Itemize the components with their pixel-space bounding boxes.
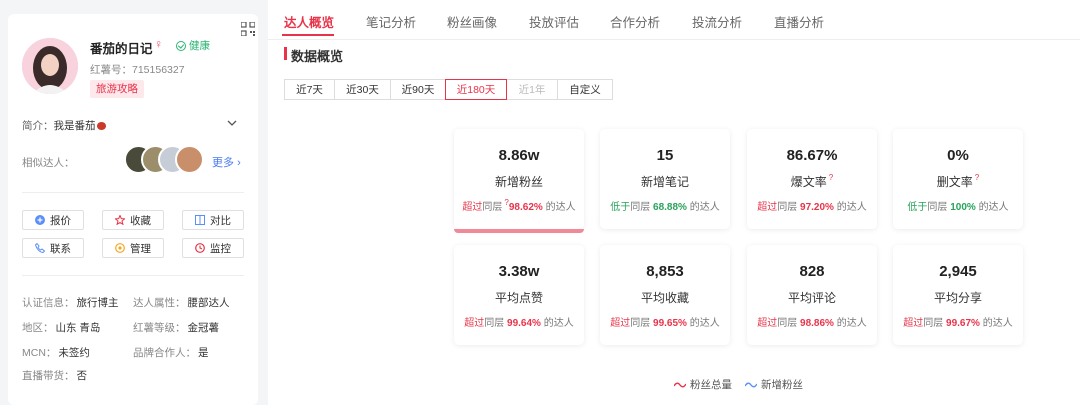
region: 地区： 山东 青岛	[22, 322, 101, 334]
metric-value: 3.38w	[498, 263, 540, 280]
metric-compare: 低于同层 100% 的达人	[907, 202, 1009, 213]
category-tag: 旅游攻略	[90, 80, 144, 98]
red-level: 红薯等级： 金冠薯	[133, 322, 219, 334]
range-180d[interactable]: 近180天	[445, 79, 507, 100]
manage-icon	[115, 243, 125, 253]
legend-total-fans[interactable]: 粉丝总量	[674, 377, 732, 392]
divider	[22, 192, 244, 193]
manage-button[interactable]: 管理	[102, 238, 164, 258]
section-marker	[284, 47, 287, 60]
legend-line-icon	[674, 382, 686, 387]
metric-card-avg-comments[interactable]: 828 平均评论 超过同层 98.86% 的达人	[747, 245, 877, 345]
tab-evaluation[interactable]: 投放评估	[529, 12, 579, 31]
range-1y[interactable]: 近1年	[506, 79, 558, 100]
metric-card-new-fans[interactable]: 8.86w 新增粉丝 超过同层 ?98.62% 的达人	[454, 129, 584, 233]
star-icon	[115, 215, 125, 225]
metric-card-avg-collects[interactable]: 8,853 平均收藏 超过同层 99.65% 的达人	[600, 245, 730, 345]
intro: 简介：我是番茄	[22, 118, 106, 133]
contact-button[interactable]: 联系	[22, 238, 84, 258]
tab-notes[interactable]: 笔记分析	[366, 12, 416, 31]
monitor-button[interactable]: 监控	[182, 238, 244, 258]
tab-cooperation[interactable]: 合作分析	[610, 12, 660, 31]
metric-label: 平均收藏	[640, 291, 689, 305]
health-status: 健康	[176, 38, 210, 53]
metric-value: 86.67%	[786, 147, 838, 164]
metric-card-new-notes[interactable]: 15 新增笔记 低于同层 68.88% 的达人	[600, 129, 730, 229]
red-id: 红薯号：715156327	[90, 64, 185, 76]
metric-value: 828	[799, 263, 825, 280]
price-icon	[35, 215, 45, 225]
monitor-icon	[195, 243, 205, 253]
chevron-down-icon[interactable]	[227, 118, 237, 128]
check-circle-icon	[176, 40, 186, 51]
section-title: 数据概览	[291, 49, 344, 64]
range-90d[interactable]: 近90天	[390, 79, 446, 100]
metric-compare: 超过同层 97.20% 的达人	[757, 202, 867, 213]
help-icon: ?	[974, 173, 980, 182]
profile-panel: 番茄的日记 ♀ 健康 红薯号：715156327 旅游攻略 简介：我是番茄 相似…	[8, 14, 258, 405]
mcn: MCN： 未签约	[22, 347, 90, 359]
chevron-right-icon: ›	[237, 157, 241, 169]
metric-card-hit-rate[interactable]: 86.67% 爆文率? 超过同层 97.20% 的达人	[747, 129, 877, 229]
compare-icon	[195, 215, 205, 225]
tab-fans[interactable]: 粉丝画像	[447, 12, 497, 31]
metric-value: 0%	[947, 147, 969, 164]
brand-partner: 品牌合作人：是	[133, 347, 209, 359]
legend-line-icon	[745, 382, 757, 387]
metric-label: 平均分享	[933, 291, 982, 305]
metric-label: 平均点赞	[494, 291, 543, 305]
qr-code-icon[interactable]	[241, 22, 255, 36]
tab-traffic[interactable]: 投流分析	[692, 12, 742, 31]
metric-card-avg-shares[interactable]: 2,945 平均分享 超过同层 99.67% 的达人	[893, 245, 1023, 345]
more-link[interactable]: 更多 ›	[212, 154, 241, 170]
tab-bar: 达人概览 笔记分析 粉丝画像 投放评估 合作分析 投流分析 直播分析	[268, 0, 1080, 40]
tab-overview[interactable]: 达人概览	[284, 12, 334, 31]
metric-card-delete-rate[interactable]: 0% 删文率? 低于同层 100% 的达人	[893, 129, 1023, 229]
creator-attr: 达人属性： 腰部达人	[133, 297, 230, 309]
metric-value: 15	[656, 147, 674, 164]
metric-compare: 超过同层 99.65% 的达人	[610, 318, 720, 329]
metric-compare: 低于同层 68.88% 的达人	[610, 202, 720, 213]
favorite-button[interactable]: 收藏	[102, 210, 164, 230]
help-icon: ?	[828, 173, 834, 182]
metric-value: 8.86w	[498, 147, 540, 164]
phone-icon	[35, 243, 45, 253]
similar-avatar[interactable]	[175, 145, 204, 174]
nickname: 番茄的日记	[90, 42, 153, 56]
range-custom[interactable]: 自定义	[557, 79, 613, 100]
metric-compare: 超过同层 99.64% 的达人	[464, 318, 574, 329]
metric-label: 新增笔记	[640, 175, 689, 189]
tab-live[interactable]: 直播分析	[774, 12, 824, 31]
metric-card-avg-likes[interactable]: 3.38w 平均点赞 超过同层 99.64% 的达人	[454, 245, 584, 345]
female-icon: ♀	[154, 37, 163, 51]
metric-compare: 超过同层 99.67% 的达人	[903, 318, 1013, 329]
legend-new-fans[interactable]: 新增粉丝	[745, 377, 803, 392]
metric-label: 新增粉丝	[494, 175, 543, 189]
live-sales: 直播带货：否	[22, 370, 87, 382]
similar-label: 相似达人：	[22, 157, 75, 169]
quote-button[interactable]: 报价	[22, 210, 84, 230]
metric-compare: 超过同层 98.86% 的达人	[757, 318, 867, 329]
metric-label: 平均评论	[787, 291, 836, 305]
metric-label: 爆文率?	[790, 173, 834, 189]
metric-label: 删文率?	[936, 173, 980, 189]
active-tab-indicator	[282, 34, 334, 36]
overview-panel: 数据概览 近7天 近30天 近90天 近180天 近1年 自定义 8.86w 新…	[268, 40, 1080, 405]
tomato-emoji	[96, 122, 106, 131]
avatar[interactable]	[22, 38, 78, 94]
metric-value: 8,853	[646, 263, 684, 280]
range-7d[interactable]: 近7天	[284, 79, 335, 100]
divider	[22, 275, 244, 276]
health-label: 健康	[189, 40, 210, 52]
compare-button[interactable]: 对比	[182, 210, 244, 230]
metric-value: 2,945	[939, 263, 977, 280]
metric-compare: 超过同层 ?98.62% 的达人	[462, 198, 576, 213]
range-30d[interactable]: 近30天	[334, 79, 391, 100]
cert-info: 认证信息： 旅行博主	[22, 297, 119, 309]
